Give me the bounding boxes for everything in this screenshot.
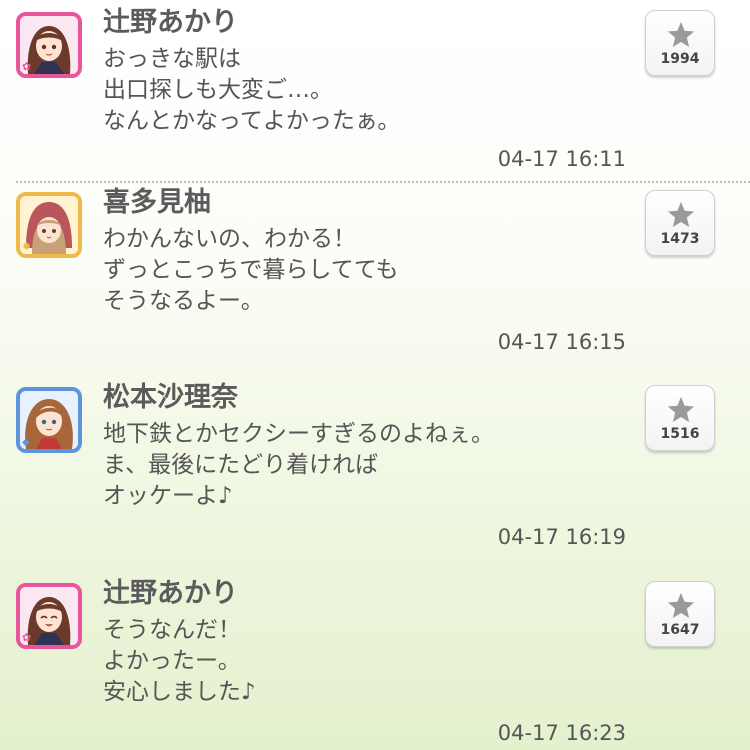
message-line: そうなんだ！: [103, 617, 241, 643]
like-count: 1516: [660, 426, 700, 442]
star-icon: [667, 201, 695, 227]
message-line: よかったー。: [103, 648, 241, 674]
message-feed: ✿ 辻野あかり おっきな駅は 出口探しも大変ご…。 なんとかなってよかったぁ。 …: [0, 0, 750, 750]
timestamp: 04-17 16:23: [497, 721, 626, 745]
avatar[interactable]: ✿: [16, 583, 82, 649]
blue-diamond-icon: ◆: [22, 437, 30, 448]
star-icon: [667, 21, 695, 47]
avatar[interactable]: ✹: [16, 192, 82, 258]
message-text: そうなんだ！ よかったー。 安心しました♪: [103, 615, 256, 708]
message-line: なんとかなってよかったぁ。: [103, 108, 401, 134]
message-line: ずっとこっちで暮らしてても: [103, 257, 399, 283]
like-button[interactable]: 1994: [645, 10, 715, 76]
divider: [16, 181, 750, 183]
like-button[interactable]: 1473: [645, 190, 715, 256]
avatar[interactable]: ◆: [16, 387, 82, 453]
message-line: 地下鉄とかセクシーすぎるのよねぇ。: [103, 421, 494, 447]
message-line: そうなるよー。: [103, 288, 264, 314]
message-line: オッケーよ♪: [103, 483, 233, 509]
message-line: 出口探しも大変ご…。: [103, 77, 333, 103]
poster-name: 喜多見柚: [103, 187, 211, 218]
message-text: わかんないの、わかる！ ずっとこっちで暮らしてても そうなるよー。: [103, 224, 399, 317]
like-count: 1473: [660, 231, 700, 247]
poster-name: 辻野あかり: [103, 7, 238, 38]
pink-flower-icon: ✿: [22, 631, 32, 644]
yellow-sun-icon: ✹: [22, 240, 32, 253]
poster-name: 辻野あかり: [103, 578, 238, 609]
avatar[interactable]: ✿: [16, 12, 82, 78]
message-line: ま、最後にたどり着ければ: [103, 452, 379, 478]
like-button[interactable]: 1516: [645, 385, 715, 451]
pink-flower-icon: ✿: [22, 60, 32, 73]
like-count: 1994: [660, 51, 700, 67]
like-count: 1647: [660, 622, 700, 638]
message-text: おっきな駅は 出口探しも大変ご…。 なんとかなってよかったぁ。: [103, 44, 400, 137]
star-icon: [667, 592, 695, 618]
message-line: わかんないの、わかる！: [103, 226, 356, 252]
like-button[interactable]: 1647: [645, 581, 715, 647]
timestamp: 04-17 16:19: [497, 525, 626, 549]
poster-name: 松本沙理奈: [103, 382, 238, 413]
timestamp: 04-17 16:15: [497, 330, 626, 354]
message-line: おっきな駅は: [103, 46, 241, 72]
star-icon: [667, 396, 695, 422]
timestamp: 04-17 16:11: [497, 147, 626, 171]
message-text: 地下鉄とかセクシーすぎるのよねぇ。 ま、最後にたどり着ければ オッケーよ♪: [103, 419, 494, 512]
message-line: 安心しました♪: [103, 679, 256, 705]
